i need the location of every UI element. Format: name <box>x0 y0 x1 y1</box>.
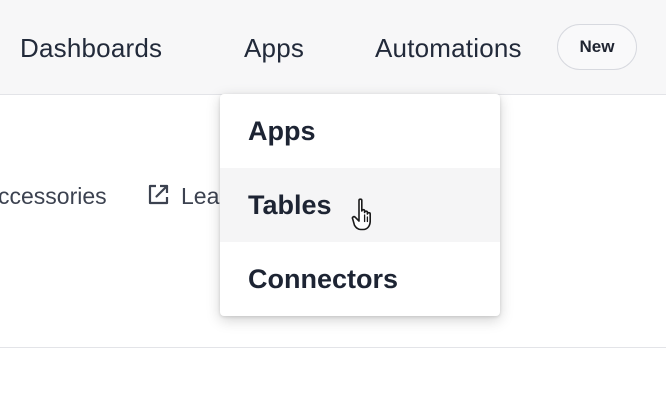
accessories-link[interactable]: ccessories <box>0 181 107 211</box>
menu-item-connectors[interactable]: Connectors <box>220 242 500 316</box>
nav-automations[interactable]: Automations <box>375 30 522 66</box>
hand-pointer-cursor-icon <box>351 198 371 231</box>
new-badge: New <box>557 24 637 70</box>
nav-apps[interactable]: Apps <box>244 30 304 66</box>
top-navigation-bar: Dashboards Apps Automations New <box>0 0 666 95</box>
menu-item-apps[interactable]: Apps <box>220 94 500 168</box>
external-link-icon <box>148 184 169 205</box>
section-divider <box>0 347 666 348</box>
nav-dashboards[interactable]: Dashboards <box>20 30 162 66</box>
learn-link[interactable]: Lea <box>181 181 219 211</box>
